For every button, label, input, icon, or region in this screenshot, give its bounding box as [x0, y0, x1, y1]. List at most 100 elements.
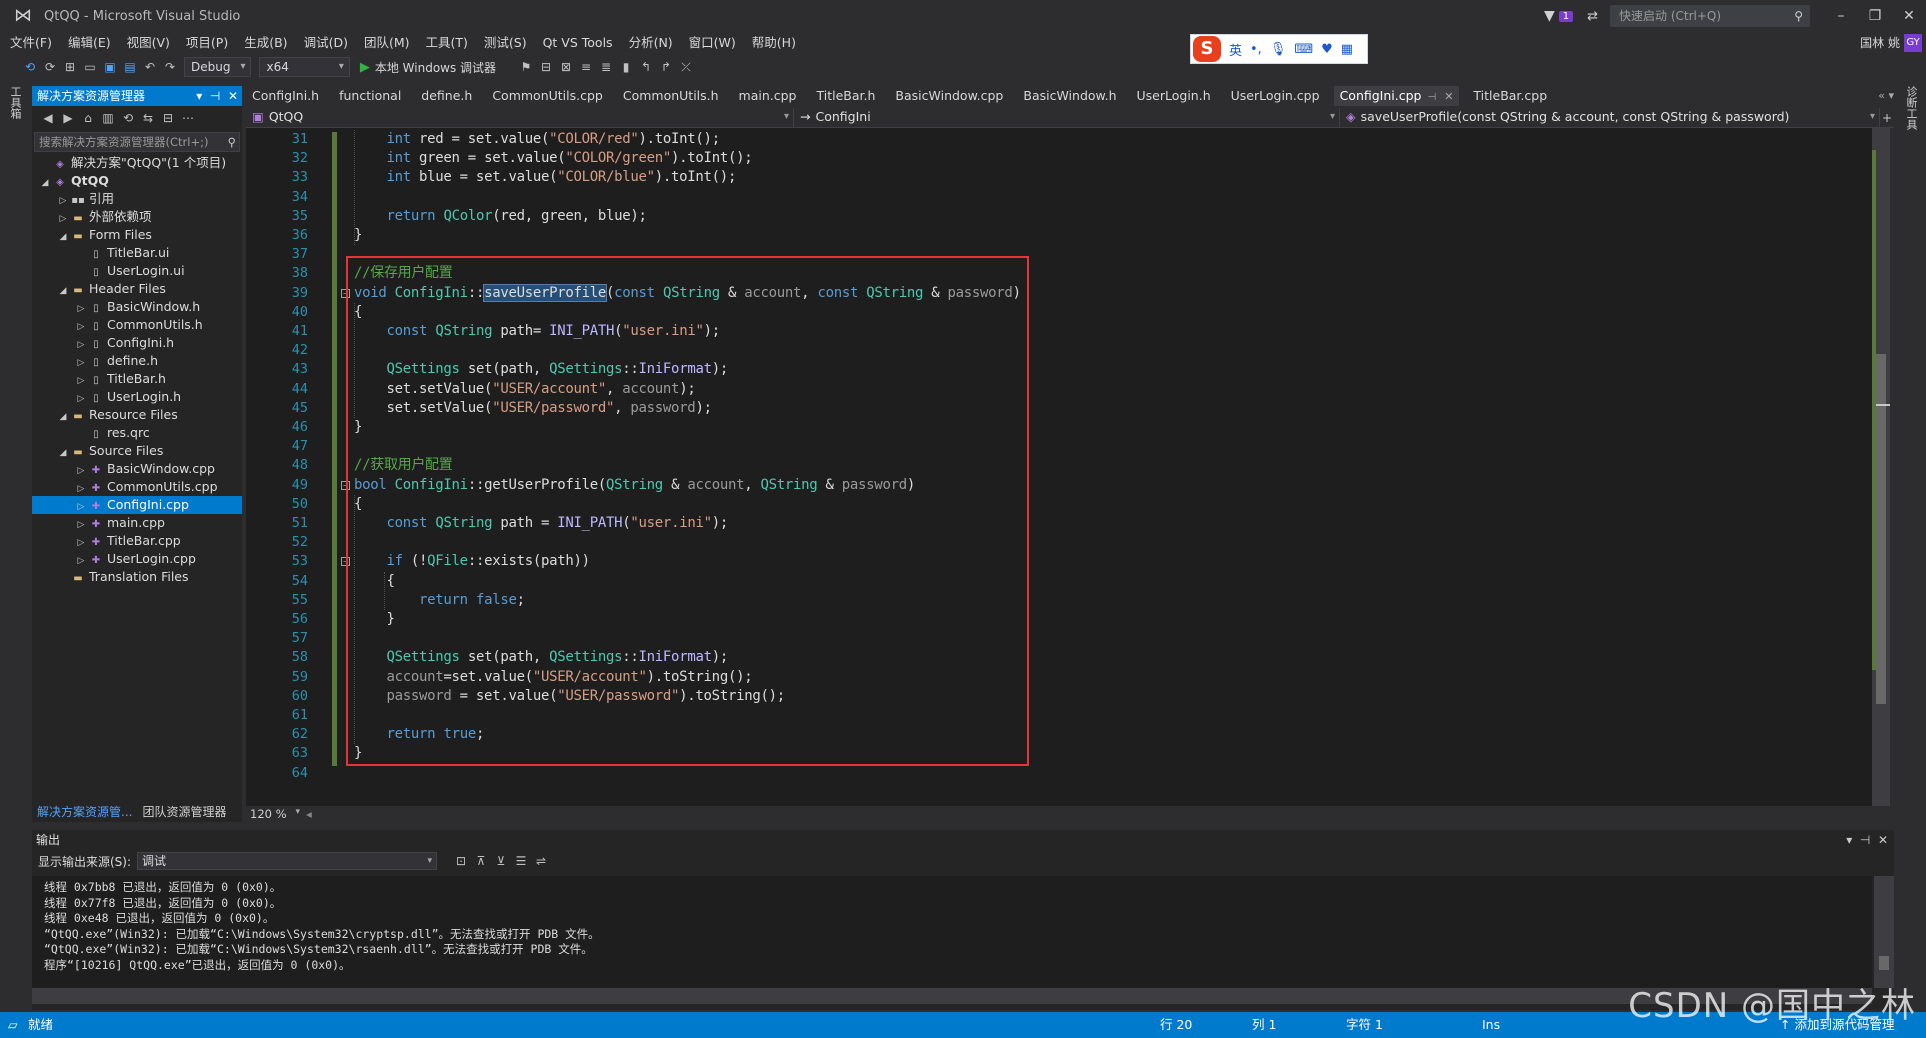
menu-window[interactable]: 窗口(W): [681, 32, 744, 54]
tree-item[interactable]: ▷ ▯ CommonUtils.h: [32, 316, 242, 334]
tree-item[interactable]: ◢ ▬ Resource Files: [32, 406, 242, 424]
project-dropdown[interactable]: ▣ QtQQ: [246, 108, 794, 128]
solution-configuration-select[interactable]: Debug: [184, 57, 252, 77]
member-dropdown[interactable]: ◈ saveUserProfile(const QString & account…: [1340, 108, 1880, 128]
start-debugging-button[interactable]: ▶ 本地 Windows 调试器: [360, 59, 496, 76]
menu-build[interactable]: 生成(B): [236, 32, 295, 54]
prev-bookmark-icon[interactable]: ↰: [636, 60, 656, 74]
prev-message-icon[interactable]: ⊼: [471, 854, 491, 868]
notification-badge[interactable]: 1: [1558, 10, 1574, 22]
bookmark-icon[interactable]: ▮: [616, 60, 636, 74]
live-share-icon[interactable]: ⇄: [1587, 9, 1598, 24]
back-icon[interactable]: ⟲: [20, 60, 40, 74]
tree-item[interactable]: ▷ ▯ define.h: [32, 352, 242, 370]
tree-item[interactable]: ▯ UserLogin.ui: [32, 262, 242, 280]
tree-item[interactable]: ▷ ✚ BasicWindow.cpp: [32, 460, 242, 478]
tree-item[interactable]: ▬ Translation Files: [32, 568, 242, 586]
document-tab[interactable]: CommonUtils.h: [617, 86, 725, 106]
menu-view[interactable]: 视图(V): [119, 32, 178, 54]
feedback-filter-icon[interactable]: ▼: [1544, 8, 1555, 24]
solution-search-input[interactable]: 搜索解决方案资源管理器(Ctrl+;) ⚲: [34, 132, 240, 152]
status-column[interactable]: 列 1: [1252, 1012, 1276, 1038]
tree-item[interactable]: ▷ ✚ ConfigIni.cpp: [32, 496, 242, 514]
save-all-icon[interactable]: ▤: [120, 60, 140, 74]
tab-team-explorer[interactable]: 团队资源管理器: [137, 802, 231, 822]
tree-item[interactable]: ◢ ▬ Source Files: [32, 442, 242, 460]
pending-changes-icon[interactable]: ⟲: [118, 111, 138, 125]
home-icon[interactable]: ⌂: [78, 111, 98, 125]
menu-project[interactable]: 项目(P): [178, 32, 236, 54]
scroll-left-icon[interactable]: ◂: [306, 807, 312, 821]
save-icon[interactable]: ▣: [100, 60, 120, 74]
close-tab-icon[interactable]: ✕: [1444, 90, 1453, 103]
pin-tab-icon[interactable]: ⊣: [1427, 92, 1436, 103]
document-tab[interactable]: UserLogin.cpp: [1225, 86, 1326, 106]
document-tab[interactable]: TitleBar.cpp: [1467, 86, 1553, 106]
tab-solution-explorer[interactable]: 解决方案资源管...: [32, 802, 137, 822]
browse-icon[interactable]: ⚑: [516, 60, 536, 74]
menu-help[interactable]: 帮助(H): [744, 32, 804, 54]
tree-item[interactable]: ▯ TitleBar.ui: [32, 244, 242, 262]
menu-team[interactable]: 团队(M): [356, 32, 418, 54]
clear-all-icon[interactable]: ☰: [511, 854, 531, 868]
sync-icon[interactable]: ⇆: [138, 111, 158, 125]
tree-item[interactable]: ▷ ✚ TitleBar.cpp: [32, 532, 242, 550]
properties-icon[interactable]: ⋯: [178, 111, 198, 125]
back-icon[interactable]: ◀: [38, 111, 58, 125]
minimize-button[interactable]: –: [1824, 8, 1858, 24]
status-insert-mode[interactable]: Ins: [1482, 1012, 1500, 1038]
close-window-button[interactable]: ✕: [1892, 8, 1926, 24]
switch-views-icon[interactable]: ▥: [98, 111, 118, 125]
tree-item[interactable]: ▷ ✚ CommonUtils.cpp: [32, 478, 242, 496]
forward-icon[interactable]: ▶: [58, 111, 78, 125]
open-file-icon[interactable]: ▭: [80, 60, 100, 74]
document-tab[interactable]: UserLogin.h: [1131, 86, 1217, 106]
tree-item[interactable]: ▷ ▯ BasicWindow.h: [32, 298, 242, 316]
tree-item[interactable]: ◢ ▬ Header Files: [32, 280, 242, 298]
tree-item[interactable]: ▷ ▯ ConfigIni.h: [32, 334, 242, 352]
code-editor[interactable]: 31 int red = set.value("COLOR/red").toIn…: [246, 128, 1876, 806]
diagnostic-tools-tab[interactable]: 诊断工具: [1903, 86, 1919, 130]
split-editor-icon[interactable]: +: [1882, 108, 1892, 127]
document-tab[interactable]: CommonUtils.cpp: [486, 86, 609, 106]
collapse-all-icon[interactable]: ⊟: [158, 111, 178, 125]
restore-button[interactable]: ❐: [1858, 8, 1892, 24]
solution-platform-select[interactable]: x64: [259, 57, 350, 77]
toolbox-tab[interactable]: 工具箱: [7, 86, 23, 119]
tree-item[interactable]: ▷ ▯ UserLogin.h: [32, 388, 242, 406]
output-text[interactable]: 线程 0x7bb8 已退出，返回值为 0 (0x0)。 线程 0x77f8 已退出…: [32, 876, 1872, 988]
menu-qt-vs-tools[interactable]: Qt VS Tools: [535, 32, 621, 54]
uncomment-icon[interactable]: ≣: [596, 60, 616, 74]
tree-item[interactable]: ▷ ✚ UserLogin.cpp: [32, 550, 242, 568]
menu-test[interactable]: 测试(S): [476, 32, 535, 54]
scroll-thumb[interactable]: [1879, 956, 1889, 970]
clear-bookmarks-icon[interactable]: ⤫: [676, 60, 696, 75]
tree-item[interactable]: ▷ ▪▪ 引用: [32, 190, 242, 208]
panel-controls[interactable]: ▾ ⊣ ✕: [196, 86, 238, 106]
comment-icon[interactable]: ≡: [576, 60, 596, 74]
document-tab[interactable]: TitleBar.h: [811, 86, 882, 106]
scope-dropdown[interactable]: → ConfigIni: [794, 108, 1340, 128]
tab-overflow-icon[interactable]: « ▾: [1878, 86, 1894, 106]
output-horizontal-scrollbar[interactable]: [32, 988, 1872, 1004]
menu-file[interactable]: 文件(F): [0, 32, 60, 54]
status-char[interactable]: 字符 1: [1346, 1012, 1383, 1038]
menu-edit[interactable]: 编辑(E): [60, 32, 119, 54]
document-tab[interactable]: define.h: [415, 86, 478, 106]
zoom-select[interactable]: 120 %: [246, 807, 306, 821]
document-tab[interactable]: BasicWindow.h: [1017, 86, 1122, 106]
output-source-select[interactable]: 调试: [137, 852, 438, 870]
tree-item[interactable]: ▷ ✚ main.cpp: [32, 514, 242, 532]
panel-controls[interactable]: ▾ ⊣ ✕: [1846, 830, 1888, 850]
document-tab[interactable]: functional: [333, 86, 407, 106]
next-message-icon[interactable]: ⊻: [491, 854, 511, 868]
quick-launch-input[interactable]: 快速启动 (Ctrl+Q) ⚲: [1610, 5, 1810, 27]
tree-item[interactable]: ◢ ◈ QtQQ: [32, 172, 242, 190]
status-line[interactable]: 行 20: [1160, 1012, 1192, 1038]
menu-tools[interactable]: 工具(T): [418, 32, 476, 54]
document-tab[interactable]: ConfigIni.h: [246, 86, 325, 106]
next-bookmark-icon[interactable]: ↱: [656, 60, 676, 74]
document-tab[interactable]: ConfigIni.cpp ⊣ ✕: [1333, 86, 1460, 106]
user-account-name[interactable]: 国林 姚: [1860, 32, 1900, 54]
tree-item[interactable]: ▯ res.qrc: [32, 424, 242, 442]
